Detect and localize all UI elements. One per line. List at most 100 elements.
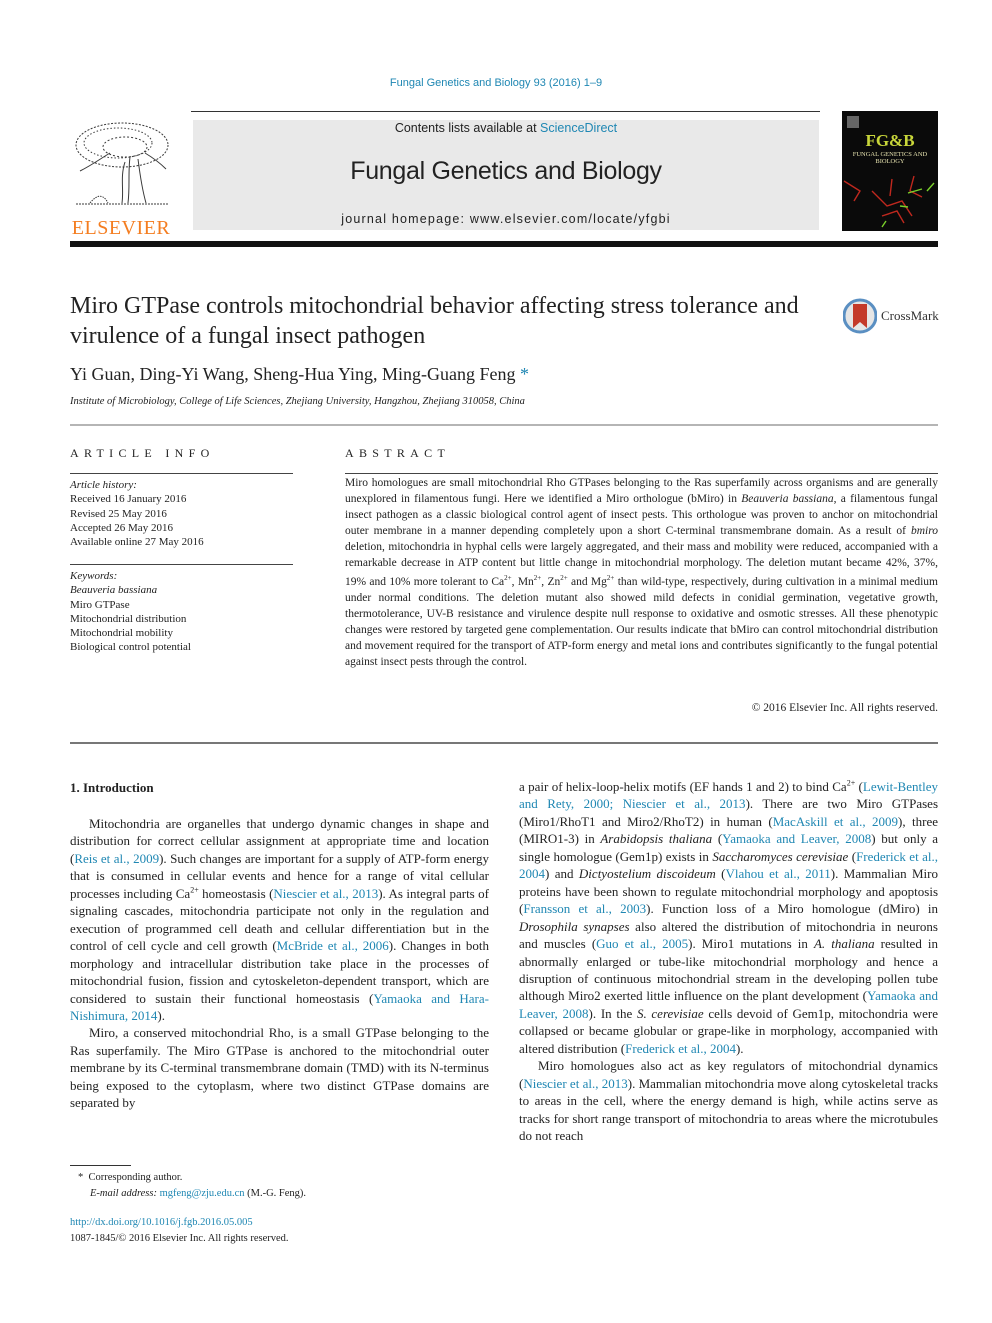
homepage-link[interactable]: www.elsevier.com/locate/yfgbi — [470, 212, 671, 226]
doi-block: http://dx.doi.org/10.1016/j.fgb.2016.05.… — [70, 1215, 289, 1247]
text: homeostasis ( — [198, 885, 274, 901]
text: ). — [735, 1040, 744, 1056]
journal-citation-link[interactable]: Fungal Genetics and Biology 93 (2016) 1–… — [0, 77, 992, 89]
citation-link[interactable]: Guo et al., 2005 — [596, 936, 688, 951]
left-column: Mitochondria are organelles that undergo… — [70, 815, 489, 1112]
keywords-rule — [70, 564, 293, 565]
footnote: * Corresponding author. E-mail address: … — [70, 1170, 306, 1202]
header-top-rule — [191, 111, 820, 112]
text: ). Function loss of a Miro homologue (dM… — [646, 901, 938, 917]
intro-paragraph: Miro, a conserved mitochondrial Rho, is … — [70, 1025, 489, 1111]
issn-line: 1087-1845/© 2016 Elsevier Inc. All right… — [70, 1233, 289, 1244]
keyword: Mitochondrial mobility — [70, 627, 173, 640]
abstract-text: , Zn — [541, 576, 561, 589]
species-name: Drosophila synapses — [519, 918, 630, 934]
text: ( — [712, 831, 723, 847]
introduction-heading: 1. Introduction — [70, 780, 154, 795]
keywords-label: Keywords: — [70, 570, 118, 582]
citation-link[interactable]: Reis et al., 2009 — [74, 851, 159, 866]
contents-line: Contents lists available at ScienceDirec… — [193, 121, 819, 135]
email-line: E-mail address: mgfeng@zju.edu.cn (M.-G.… — [70, 1186, 306, 1202]
abstract-text: than wild-type, respectively, during cul… — [345, 576, 938, 668]
journal-title: Fungal Genetics and Biology — [350, 157, 662, 185]
email-label: E-mail address: — [90, 1188, 157, 1199]
footnote-marker: * — [78, 1172, 84, 1183]
article-history: Article history: Received 16 January 201… — [70, 478, 204, 549]
doi-link[interactable]: http://dx.doi.org/10.1016/j.fgb.2016.05.… — [70, 1217, 253, 1228]
text: ( — [855, 779, 863, 794]
corresponding-text: Corresponding author. — [88, 1172, 183, 1183]
species-name: S. cerevisiae — [636, 1005, 704, 1021]
text: ). In the — [588, 1005, 637, 1021]
authors: Yi Guan, Ding-Yi Wang, Sheng-Hua Ying, M… — [70, 364, 516, 384]
keyword: Mitochondrial distribution — [70, 612, 187, 625]
species-name: A. thaliana — [813, 936, 875, 952]
section-divider — [70, 424, 938, 426]
ion-charge: 2+ — [190, 885, 199, 895]
citation-link[interactable]: Niescier et al., 2013 — [523, 1076, 627, 1091]
cover-publisher-mark — [847, 116, 859, 128]
species-name: Saccharomyces cerevisiae — [712, 848, 849, 864]
abstract-end-rule — [70, 742, 938, 744]
corresponding-author-note: * Corresponding author. — [70, 1170, 306, 1186]
corresponding-author-marker[interactable]: * — [520, 364, 529, 384]
ion-charge: 2+ — [504, 574, 512, 583]
history-online: Available online 27 May 2016 — [70, 536, 204, 549]
email-link[interactable]: mgfeng@zju.edu.cn — [160, 1188, 245, 1199]
history-received: Received 16 January 2016 — [70, 493, 187, 506]
history-label: Article history: — [70, 479, 137, 491]
journal-homepage: journal homepage: www.elsevier.com/locat… — [193, 212, 819, 226]
crossmark-icon — [842, 298, 878, 334]
history-revised: Revised 25 May 2016 — [70, 507, 167, 520]
species-name: Dictyostelium discoideum — [578, 866, 716, 882]
keyword: Beauveria bassiana — [70, 584, 158, 597]
contents-prefix: Contents lists available at — [394, 121, 541, 135]
affiliation: Institute of Microbiology, College of Li… — [70, 396, 525, 407]
cover-hyphae-image — [843, 175, 935, 228]
article-info-rule — [70, 473, 293, 474]
header-thick-rule — [70, 241, 938, 247]
article-title: Miro GTPase controls mitochondrial behav… — [70, 293, 799, 349]
footnote-rule — [70, 1165, 131, 1166]
citation-link[interactable]: Fransson et al., 2003 — [523, 901, 646, 916]
text: a pair of helix-loop-helix motifs (EF ha… — [519, 779, 847, 794]
ion-charge: 2+ — [560, 574, 568, 583]
text: ). — [157, 1007, 165, 1023]
abstract-gene: bmiro — [910, 524, 938, 537]
citation-link[interactable]: Vlahou et al., 2011 — [726, 866, 831, 881]
elsevier-logo[interactable]: ELSEVIER — [70, 117, 172, 238]
abstract-text: , Mn — [511, 576, 534, 589]
keyword: Biological control potential — [70, 641, 191, 654]
abstract-text: and Mg — [567, 576, 607, 589]
citation-link[interactable]: McBride et al., 2006 — [277, 938, 389, 953]
keywords: Keywords: Beauveria bassiana Miro GTPase… — [70, 569, 191, 655]
journal-cover-thumbnail[interactable]: FG&B FUNGAL GENETICS AND BIOLOGY — [842, 111, 938, 231]
email-suffix: (M.-G. Feng). — [244, 1188, 307, 1199]
author-list: Yi Guan, Ding-Yi Wang, Sheng-Hua Ying, M… — [70, 364, 529, 385]
text: ( — [715, 866, 726, 882]
cover-title: FG&B — [865, 131, 915, 150]
article-info-heading: ARTICLE INFO — [70, 446, 215, 460]
homepage-prefix: journal homepage: — [341, 212, 470, 226]
abstract-heading: ABSTRACT — [345, 446, 451, 460]
text: ). Miro1 mutations in — [688, 936, 814, 952]
species-name: Arabidopsis thaliana — [600, 831, 713, 847]
abstract-rule — [345, 473, 938, 474]
citation-link[interactable]: Niescier et al., 2013 — [273, 886, 378, 901]
crossmark-label: CrossMark — [881, 308, 939, 323]
text: ) and — [545, 866, 579, 882]
abstract-body: Miro homologues are small mitochondrial … — [345, 476, 938, 671]
citation-link[interactable]: Frederick et al., 2004 — [625, 1041, 736, 1056]
intro-paragraph: Miro homologues also act as key regulato… — [519, 1057, 938, 1144]
abstract-species: Beauveria bassiana — [741, 492, 834, 505]
citation-link[interactable]: Yamaoka and Leaver, 2008 — [722, 831, 871, 846]
right-column: a pair of helix-loop-helix motifs (EF ha… — [519, 778, 938, 1145]
history-accepted: Accepted 26 May 2016 — [70, 521, 173, 534]
elsevier-tree-icon — [75, 122, 169, 205]
sciencedirect-link[interactable]: ScienceDirect — [540, 121, 617, 135]
text: ( — [848, 848, 857, 864]
intro-paragraph: Mitochondria are organelles that undergo… — [70, 815, 489, 1024]
intro-paragraph: a pair of helix-loop-helix motifs (EF ha… — [519, 778, 938, 1057]
crossmark-button[interactable]: CrossMark — [842, 298, 943, 334]
citation-link[interactable]: MacAskill et al., 2009 — [773, 814, 898, 829]
